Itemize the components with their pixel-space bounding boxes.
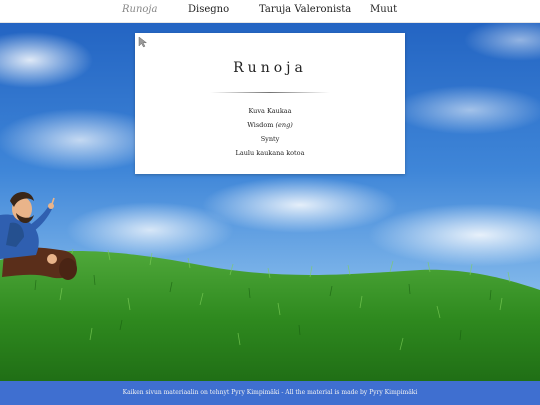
top-navigation: Runoja Disegno Taruja Valeronista Muut (0, 0, 540, 23)
title-divider (210, 92, 330, 93)
sitting-man-illustration (0, 192, 77, 280)
footer-credit-text: Kaiken sivun materiaalin on tehnyt Pyry … (122, 389, 418, 396)
poem-link-wisdom[interactable]: Wisdom (eng) (135, 118, 405, 132)
footer: Kaiken sivun materiaalin on tehnyt Pyry … (0, 381, 540, 405)
poem-list: Kuva Kaukaa Wisdom (eng) Synty Laulu kau… (135, 104, 405, 160)
poem-link-laulu-kaukana-kotoa[interactable]: Laulu kaukana kotoa (135, 146, 405, 160)
nav-item-runoja[interactable]: Runoja (122, 4, 158, 15)
nav-item-muut[interactable]: Muut (370, 4, 397, 15)
poem-link-kuva-kaukaa[interactable]: Kuva Kaukaa (135, 104, 405, 118)
mouse-cursor-icon (138, 36, 148, 48)
nav-item-disegno[interactable]: Disegno (188, 4, 229, 15)
language-note: (eng) (275, 121, 293, 129)
page-title: Runoja (233, 60, 307, 76)
nav-item-taruja-valeronista[interactable]: Taruja Valeronista (259, 4, 351, 15)
content-panel: Runoja Kuva Kaukaa Wisdom (eng) Synty La… (135, 33, 405, 174)
poem-link-synty[interactable]: Synty (135, 132, 405, 146)
